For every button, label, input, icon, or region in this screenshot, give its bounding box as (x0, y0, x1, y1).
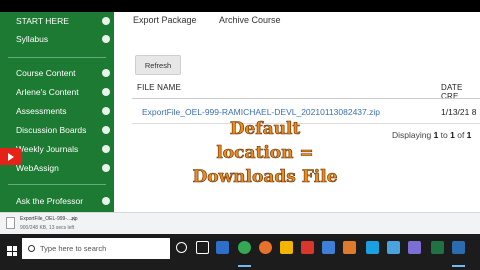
youtube-play-button[interactable] (0, 148, 22, 165)
active-app-indicator (238, 265, 251, 267)
sidebar-item-label: Assessments (16, 106, 67, 116)
sidebar-divider (8, 184, 106, 185)
sidebar-item-syllabus[interactable]: Syllabus (0, 30, 114, 48)
file-explorer-icon[interactable] (280, 241, 293, 254)
chrome-icon[interactable] (238, 241, 251, 254)
skype-icon[interactable] (366, 241, 379, 254)
teams-icon[interactable] (408, 241, 421, 254)
sidebar-item-label: Syllabus (16, 34, 49, 44)
sidebar-item-label: Course Content (16, 68, 76, 78)
excel-icon[interactable] (431, 241, 444, 254)
refresh-button[interactable]: Refresh (135, 55, 181, 75)
edge-icon[interactable] (216, 241, 229, 254)
dot-icon (102, 17, 110, 25)
paging-status: Displaying 1 to 1 of 1 (392, 130, 472, 140)
sidebar-item-ask-the-professor[interactable]: Ask the Professor (0, 192, 114, 210)
tab-export-package[interactable]: Export Package (133, 15, 197, 25)
chevron-up-icon[interactable]: ^ (72, 218, 75, 225)
outlook-icon[interactable] (452, 241, 465, 254)
overlay-caption-line-1: Default (229, 119, 301, 140)
play-icon (8, 152, 14, 161)
cortana-icon[interactable] (176, 242, 187, 253)
brave-icon[interactable] (301, 241, 314, 254)
tab-archive-course[interactable]: Archive Course (219, 15, 281, 25)
dot-icon (102, 126, 110, 134)
sidebar-item-discussion-boards[interactable]: Discussion Boards (0, 121, 114, 139)
dot-icon (102, 145, 110, 153)
table-header-divider (132, 98, 480, 99)
photos-icon[interactable] (387, 241, 400, 254)
sidebar-item-label: Discussion Boards (16, 125, 87, 135)
column-header-file-name[interactable]: FILE NAME (137, 83, 181, 92)
download-status: 900/248 KB, 13 secs left (20, 225, 75, 231)
file-date-cell: 1/13/21 8 (441, 107, 477, 117)
dot-icon (102, 164, 110, 172)
dot-icon (102, 69, 110, 77)
sidebar-item-start-here[interactable]: START HERE (0, 12, 114, 30)
sidebar-item-arlenes-content[interactable]: Arlene's Content (0, 83, 114, 101)
search-placeholder: Type here to search (40, 244, 107, 253)
search-icon (28, 245, 35, 252)
sidebar-item-label: Ask the Professor (16, 196, 84, 206)
sidebar-item-label: WebAssign (16, 163, 59, 173)
snip-tool-icon[interactable] (343, 241, 356, 254)
overlay-caption-line-2: location = (216, 143, 314, 164)
course-sidebar: START HERE Syllabus Course Content Arlen… (0, 12, 114, 212)
download-bar: ExportFile_OEL-999-...zip 900/248 KB, 13… (0, 212, 480, 234)
active-app-indicator (452, 265, 465, 267)
sidebar-item-label: Arlene's Content (16, 87, 79, 97)
sidebar-item-label: START HERE (16, 16, 69, 26)
word-icon[interactable] (322, 241, 335, 254)
overlay-caption-line-3: Downloads File (192, 167, 338, 188)
sidebar-divider (8, 57, 106, 58)
sidebar-item-course-content[interactable]: Course Content (0, 64, 114, 82)
dot-icon (102, 197, 110, 205)
dot-icon (102, 35, 110, 43)
windows-taskbar: Type here to search (0, 234, 480, 270)
download-file-name[interactable]: ExportFile_OEL-999-...zip (20, 216, 78, 222)
taskbar-search-box[interactable]: Type here to search (22, 238, 170, 259)
dot-icon (102, 88, 110, 96)
windows-start-icon[interactable] (7, 246, 17, 256)
sidebar-item-label: Weekly Journals (16, 144, 79, 154)
task-view-icon[interactable] (196, 241, 209, 254)
top-black-bar (0, 0, 480, 12)
export-file-link[interactable]: ExportFile_OEL-999-RAMICHAEL-DEVL_202101… (142, 107, 380, 117)
sidebar-item-assessments[interactable]: Assessments (0, 102, 114, 120)
dot-icon (102, 107, 110, 115)
file-icon (6, 217, 15, 229)
firefox-icon[interactable] (259, 241, 272, 254)
